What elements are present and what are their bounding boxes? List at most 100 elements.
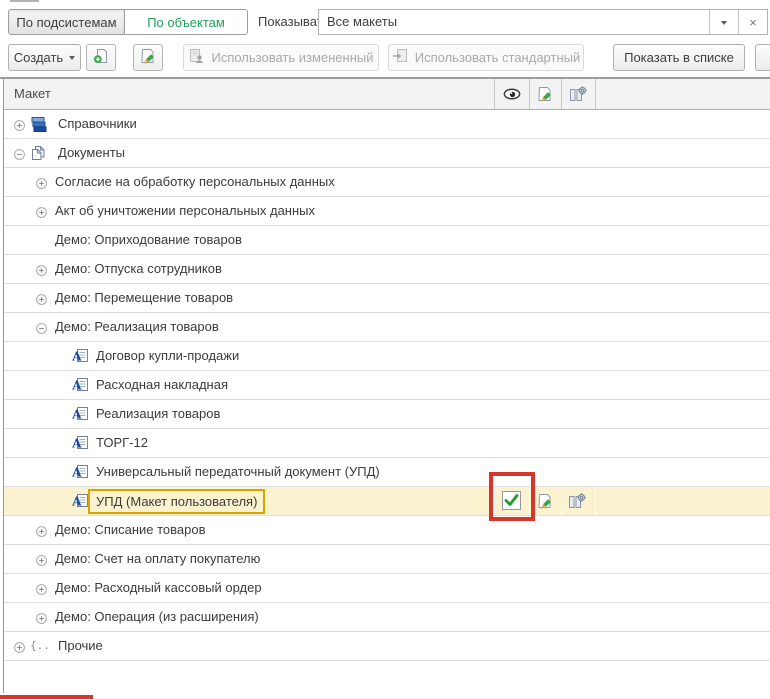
column-separator	[529, 79, 530, 109]
tree-row-label: Справочники	[58, 110, 137, 138]
tree-row[interactable]: А Договор купли-продажи	[4, 342, 770, 371]
svg-text:А: А	[72, 379, 82, 393]
constructor-icon[interactable]	[568, 493, 586, 512]
use-standard-button[interactable]: Использовать стандартный	[388, 44, 584, 71]
tree-row-label: Демо: Реализация товаров	[55, 313, 219, 341]
tree-row[interactable]: Согласие на обработку персональных данны…	[4, 168, 770, 197]
tree-row[interactable]: Демо: Отпуска сотрудников	[4, 255, 770, 284]
clear-icon: ×	[749, 16, 757, 29]
tree-row-label: Демо: Счет на оплату покупателю	[55, 545, 260, 573]
tree-row-label: Универсальный передаточный документ (УПД…	[96, 458, 380, 486]
svg-text:А: А	[72, 408, 82, 422]
tab-by-objects[interactable]: По объектам	[125, 10, 247, 34]
combo-dropdown-button[interactable]	[709, 10, 738, 34]
tree-row[interactable]: Демо: Счет на оплату покупателю	[4, 545, 770, 574]
tree-row-label: Демо: Списание товаров	[55, 516, 206, 544]
tree-row-label: Прочие	[58, 632, 103, 660]
template-icon: А	[72, 348, 89, 366]
annotation-red-line	[0, 695, 93, 699]
annotation-red-box	[489, 472, 535, 521]
braces-icon: {..}	[30, 638, 48, 655]
top-stub-divider	[10, 0, 39, 2]
tree-row[interactable]: Демо: Реализация товаров	[4, 313, 770, 342]
documents-icon	[30, 145, 47, 164]
tree-row-label: УПД (Макет пользователя)	[88, 489, 265, 514]
expander-minus-icon[interactable]	[14, 148, 25, 159]
tree-row[interactable]: Демо: Операция (из расширения)	[4, 603, 770, 632]
tree-row[interactable]: АРеализация товаров	[4, 400, 770, 429]
document-arrow-icon	[392, 48, 409, 67]
expander-plus-icon[interactable]	[36, 612, 47, 623]
use-standard-label: Использовать стандартный	[415, 50, 581, 65]
expander-plus-icon[interactable]	[36, 554, 47, 565]
tree-row-label: Демо: Расходный кассовый ордер	[55, 574, 262, 602]
new-document-icon	[93, 48, 109, 67]
tree-row[interactable]: Демо: Расходный кассовый ордер	[4, 574, 770, 603]
column-separator	[595, 487, 596, 515]
column-header-maket: Макет	[14, 79, 51, 109]
tree-row[interactable]: Демо: Оприходование товаров	[4, 226, 770, 255]
tree-row[interactable]: А Универсальный передаточный документ (УП…	[4, 458, 770, 487]
tree-row-label: Демо: Отпуска сотрудников	[55, 255, 222, 283]
edit-icon[interactable]	[537, 493, 553, 512]
document-person-icon	[188, 48, 205, 67]
tree-row[interactable]: {..} Прочие	[4, 632, 770, 661]
template-icon: А	[72, 435, 89, 453]
expander-minus-icon[interactable]	[36, 322, 47, 333]
svg-text:А: А	[72, 350, 82, 364]
expander-plus-icon[interactable]	[14, 119, 25, 130]
expander-plus-icon[interactable]	[36, 206, 47, 217]
expander-plus-icon[interactable]	[36, 264, 47, 275]
tree-row-label: Акт об уничтожении персональных данных	[55, 197, 315, 225]
view-mode-tabs: По подсистемам По объектам	[8, 9, 248, 35]
show-in-list-button[interactable]: Показать в списке	[613, 44, 745, 71]
svg-text:А: А	[72, 466, 82, 480]
tree-row[interactable]: АТОРГ-12	[4, 429, 770, 458]
combo-clear-button[interactable]: ×	[738, 10, 767, 34]
clipped-right-button[interactable]	[755, 44, 770, 71]
expander-plus-icon[interactable]	[36, 293, 47, 304]
table-header-row: Макет	[4, 79, 770, 110]
tree-row-label: Демо: Операция (из расширения)	[55, 603, 259, 631]
tree-row[interactable]: Демо: Списание товаров	[4, 516, 770, 545]
show-in-list-label: Показать в списке	[624, 50, 734, 65]
template-icon: А	[72, 464, 89, 482]
tree-row[interactable]: Документы	[4, 139, 770, 168]
tree-row-label: Расходная накладная	[96, 371, 228, 399]
expander-plus-icon[interactable]	[36, 525, 47, 536]
tree-body: СправочникиДокументыСогласие на обработк…	[4, 110, 770, 661]
tree-row[interactable]: Справочники	[4, 110, 770, 139]
tab-by-objects-label: По объектам	[147, 15, 225, 30]
edit-template-button[interactable]	[133, 44, 163, 71]
template-icon: А	[72, 406, 89, 424]
tree-row-label: Демо: Перемещение товаров	[55, 284, 233, 312]
add-template-button[interactable]	[86, 44, 116, 71]
show-filter-value: Все макеты	[319, 10, 709, 34]
template-icon: А	[72, 493, 89, 511]
tree-row-label: Договор купли-продажи	[96, 342, 239, 370]
svg-text:{..}: {..}	[30, 639, 48, 652]
svg-text:А: А	[72, 437, 82, 451]
tree-row[interactable]: А Расходная накладная	[4, 371, 770, 400]
chevron-down-icon	[69, 56, 75, 63]
template-browser-window: По подсистемам По объектам Показывать: В…	[0, 0, 770, 699]
show-filter-combobox[interactable]: Все макеты ×	[318, 9, 768, 35]
tree-row-label: Демо: Оприходование товаров	[55, 226, 242, 254]
column-separator	[561, 487, 562, 515]
create-button[interactable]: Создать	[8, 44, 81, 71]
expander-plus-icon[interactable]	[36, 177, 47, 188]
edit-icon	[140, 48, 156, 67]
use-modified-label: Использовать измененный	[211, 50, 373, 65]
tree-row[interactable]: Демо: Перемещение товаров	[4, 284, 770, 313]
use-modified-button[interactable]: Использовать измененный	[183, 44, 379, 71]
eye-icon	[503, 88, 521, 100]
create-button-label: Создать	[14, 50, 63, 65]
tree-row[interactable]: А УПД (Макет пользователя)	[4, 487, 770, 516]
constructor-icon	[569, 86, 587, 102]
expander-plus-icon[interactable]	[14, 641, 25, 652]
expander-plus-icon[interactable]	[36, 583, 47, 594]
svg-text:А: А	[72, 495, 82, 509]
tree-row[interactable]: Акт об уничтожении персональных данных	[4, 197, 770, 226]
tab-by-subsystems[interactable]: По подсистемам	[9, 10, 125, 34]
edit-icon	[537, 86, 553, 102]
